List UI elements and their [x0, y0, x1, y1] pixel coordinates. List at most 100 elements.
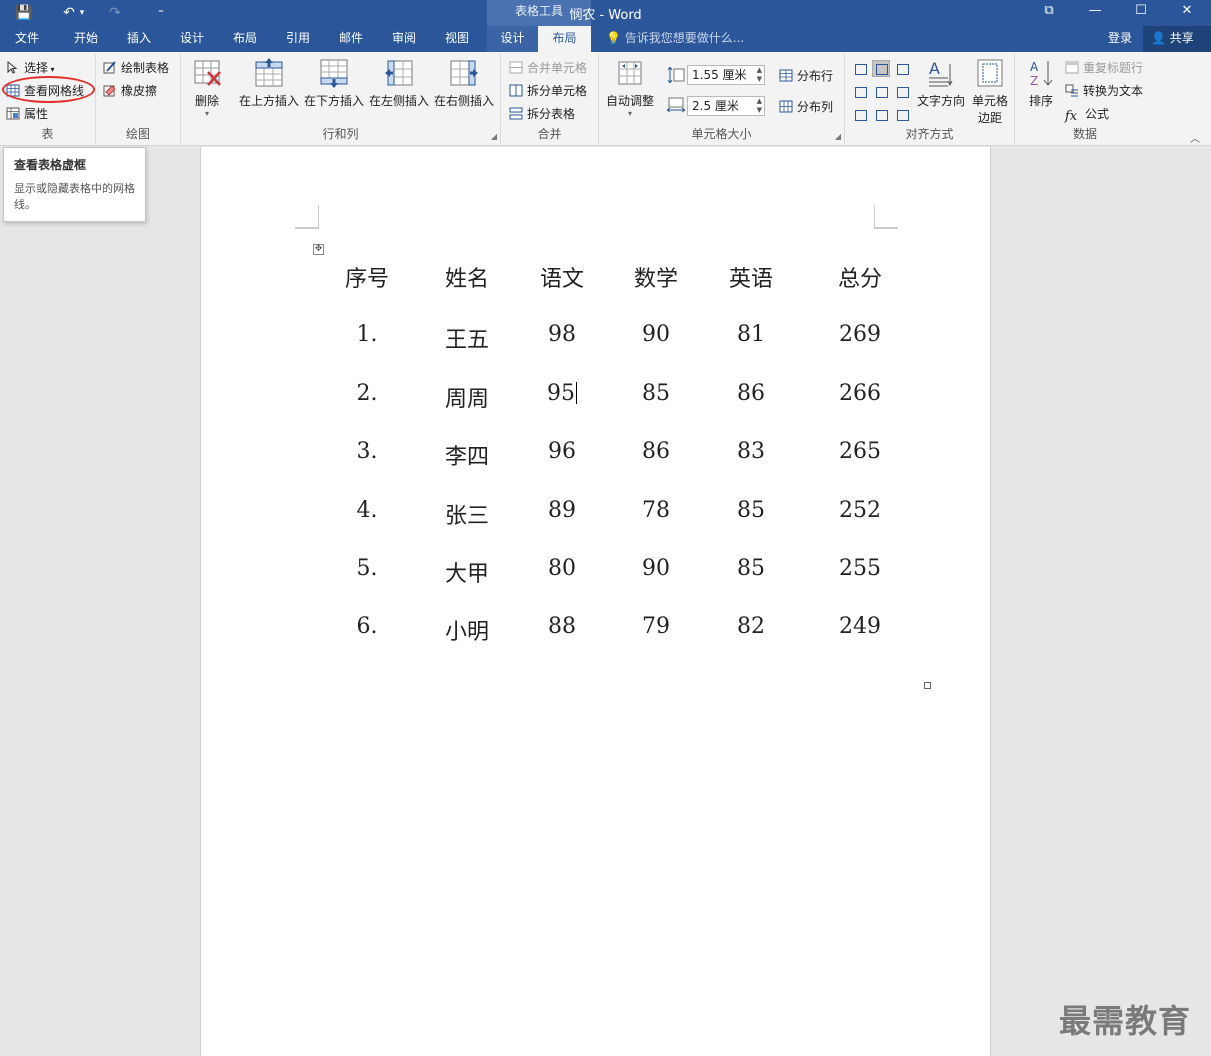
text-direction-button[interactable]: A 文字方向 [915, 58, 967, 109]
align-top-right-icon[interactable] [893, 60, 911, 77]
tab-home[interactable]: 开始 [62, 26, 110, 52]
align-bottom-right-icon[interactable] [893, 106, 911, 123]
table-cell[interactable]: 小明 [412, 614, 522, 646]
table-cell[interactable]: 85 [696, 556, 806, 581]
document-page[interactable]: ✥ 序号 姓名 语文 数学 英语 总分 1. 王五 98 90 81 269 2. 周周 95 85 86 266… [200, 147, 991, 1056]
draw-table-button[interactable]: 绘制表格 [103, 58, 169, 78]
table-cell[interactable]: 255 [805, 556, 915, 581]
autofit-button[interactable]: 自动调整 ▾ [603, 58, 657, 118]
table-cell[interactable]: 79 [601, 614, 711, 639]
table-cell[interactable]: 90 [601, 322, 711, 347]
table-cell[interactable]: 269 [805, 322, 915, 347]
tab-references[interactable]: 引用 [274, 26, 322, 52]
repeat-header-rows-button[interactable]: 重复标题行 [1065, 58, 1143, 78]
insert-right-button[interactable]: 在右侧插入 [432, 58, 496, 109]
distribute-columns-button[interactable]: 分布列 [779, 97, 833, 117]
minimize-icon[interactable]: — [1072, 0, 1118, 26]
collapse-ribbon-icon[interactable]: ︿ [1190, 130, 1200, 145]
table-cell[interactable]: 78 [601, 498, 711, 523]
maximize-icon[interactable]: ☐ [1118, 0, 1164, 26]
table-header-cell[interactable]: 序号 [312, 261, 422, 293]
tab-table-layout[interactable]: 布局 [538, 26, 591, 52]
table-cell[interactable]: 266 [805, 381, 915, 406]
row-height-input[interactable]: 1.55 厘米 ▲ ▼ [687, 65, 765, 85]
undo-dropdown-icon[interactable]: ▾ [76, 3, 88, 23]
customize-quick-access-icon[interactable]: ⁼ [150, 3, 172, 23]
table-cell[interactable]: 82 [696, 614, 806, 639]
split-table-button[interactable]: 拆分表格 [509, 104, 575, 124]
table-cell[interactable]: 81 [696, 322, 806, 347]
insert-above-button[interactable]: 在上方插入 [237, 58, 301, 109]
table-cell[interactable]: 85 [601, 381, 711, 406]
table-cell[interactable]: 86 [696, 381, 806, 406]
tab-review[interactable]: 审阅 [380, 26, 428, 52]
tab-table-design[interactable]: 设计 [487, 26, 538, 52]
table-cell[interactable]: 83 [696, 439, 806, 464]
table-cell[interactable]: 1. [312, 322, 422, 347]
spin-arrows-icon[interactable]: ▲ ▼ [757, 66, 762, 84]
properties-button[interactable]: 属性 [6, 104, 48, 124]
table-cell[interactable]: 85 [696, 498, 806, 523]
table-cell[interactable]: 周周 [412, 381, 522, 413]
align-bottom-center-icon[interactable] [872, 106, 890, 123]
column-width-input[interactable]: 2.5 厘米 ▲ ▼ [687, 96, 765, 116]
table-cell[interactable]: 6. [312, 614, 422, 639]
table-resize-handle[interactable] [924, 682, 931, 689]
login-link[interactable]: 登录 [1108, 26, 1132, 51]
redo-icon[interactable]: ↷ [104, 3, 126, 23]
tab-insert[interactable]: 插入 [115, 26, 163, 52]
align-middle-left-icon[interactable] [851, 83, 869, 100]
table-cell[interactable]: 249 [805, 614, 915, 639]
table-cell[interactable]: 王五 [412, 322, 522, 354]
align-top-center-icon[interactable] [872, 60, 890, 77]
table-header-cell[interactable]: 数学 [601, 261, 711, 293]
dialog-launcher-icon[interactable]: ◢ [835, 132, 841, 141]
tab-view[interactable]: 视图 [433, 26, 481, 52]
sort-button[interactable]: AZ 排序 [1023, 58, 1059, 109]
table-header-cell[interactable]: 英语 [696, 261, 806, 293]
table-cell[interactable]: 李四 [412, 439, 522, 471]
convert-to-text-button[interactable]: 转换为文本 [1065, 81, 1143, 101]
delete-button[interactable]: 删除 ▾ [189, 58, 225, 118]
table-cell[interactable]: 86 [601, 439, 711, 464]
formula-button[interactable]: fx 公式 [1065, 104, 1109, 124]
insert-below-button[interactable]: 在下方插入 [302, 58, 366, 109]
tab-layout[interactable]: 布局 [221, 26, 269, 52]
eraser-button[interactable]: 橡皮擦 [103, 81, 157, 101]
align-middle-right-icon[interactable] [893, 83, 911, 100]
table-cell[interactable]: 3. [312, 439, 422, 464]
tab-design[interactable]: 设计 [168, 26, 216, 52]
table-cell[interactable]: 大甲 [412, 556, 522, 588]
group-draw: 绘制表格 橡皮擦 绘图 [96, 54, 181, 144]
table-cell[interactable]: 5. [312, 556, 422, 581]
table-cell[interactable]: 张三 [412, 498, 522, 530]
dialog-launcher-icon[interactable]: ◢ [491, 132, 497, 141]
table-header-cell[interactable]: 姓名 [412, 261, 522, 293]
align-top-left-icon[interactable] [851, 60, 869, 77]
table-header-cell[interactable]: 总分 [805, 261, 915, 293]
save-icon[interactable]: 💾 [13, 3, 35, 23]
tell-me-search[interactable]: 💡 告诉我您想要做什么... [606, 26, 744, 52]
properties-label: 属性 [24, 107, 49, 121]
distribute-rows-button[interactable]: 分布行 [779, 66, 833, 86]
spin-arrows-icon[interactable]: ▲ ▼ [757, 97, 762, 115]
tab-file[interactable]: 文件 [4, 26, 50, 52]
insert-left-button[interactable]: 在左侧插入 [367, 58, 431, 109]
table-cell[interactable]: 90 [601, 556, 711, 581]
table-cell[interactable]: 265 [805, 439, 915, 464]
table-cell[interactable]: 4. [312, 498, 422, 523]
ribbon-display-options-icon[interactable]: ⧉ [1026, 0, 1072, 26]
cell-margins-button[interactable]: 单元格 边距 [969, 58, 1011, 126]
align-bottom-left-icon[interactable] [851, 106, 869, 123]
document-area[interactable]: ✥ 序号 姓名 语文 数学 英语 总分 1. 王五 98 90 81 269 2. 周周 95 85 86 266… [0, 147, 1211, 1056]
share-button[interactable]: 👤 共享 [1143, 26, 1211, 52]
split-cells-button[interactable]: 拆分单元格 [509, 81, 587, 101]
close-icon[interactable]: ✕ [1164, 0, 1210, 26]
tab-mailings[interactable]: 邮件 [327, 26, 375, 52]
table-move-handle-icon[interactable]: ✥ [313, 244, 324, 255]
table-cell[interactable]: 2. [312, 381, 422, 406]
merge-cells-button[interactable]: 合并单元格 [509, 58, 587, 78]
select-button[interactable]: 选择 ▾ [6, 58, 55, 78]
table-cell[interactable]: 252 [805, 498, 915, 523]
align-middle-center-icon[interactable] [872, 83, 890, 100]
